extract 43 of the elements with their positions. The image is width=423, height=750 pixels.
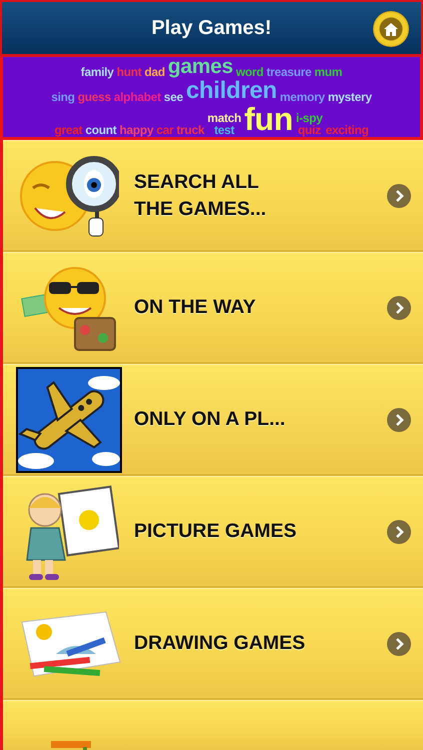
chevron-button[interactable]: [387, 632, 411, 656]
menu-item-label[interactable]: PICTURE GAMES: [134, 518, 297, 545]
cloud-word: quiz: [298, 124, 321, 137]
chevron-button[interactable]: [387, 184, 411, 208]
cloud-word: memory: [280, 90, 325, 104]
cloud-word: word: [236, 66, 264, 78]
cloud-word: mystery: [328, 90, 372, 104]
cloud-word: happy: [120, 124, 154, 137]
menu-item-label[interactable]: SEARCH ALL THE GAMES...: [134, 168, 266, 222]
cloud-word: guess: [78, 90, 111, 104]
cloud-word: match: [207, 112, 242, 124]
cloud-word: dad: [144, 66, 165, 78]
chevron-right-icon: [394, 414, 404, 426]
cloud-word: test: [214, 124, 234, 137]
cloud-word: fun: [244, 103, 294, 137]
home-icon: [384, 22, 398, 36]
chevron-button[interactable]: [387, 296, 411, 320]
cloud-word: sing: [51, 90, 75, 104]
cloud-word: treasure: [266, 66, 312, 78]
chevron-button[interactable]: [387, 520, 411, 544]
cloud-word: hunt: [116, 66, 142, 78]
menu-item-label[interactable]: DRAWING GAMES: [134, 630, 306, 657]
cloud-word: count: [85, 124, 116, 137]
cloud-word: exciting: [326, 124, 369, 137]
home-button[interactable]: [373, 11, 409, 47]
menu-item-label[interactable]: ONLY ON A PL...: [134, 406, 286, 433]
cloud-word: truck: [176, 124, 204, 137]
cloud-word: children: [186, 78, 277, 104]
cloud-word: alphabet: [114, 90, 161, 104]
cloud-word: i-spy: [296, 112, 323, 124]
chevron-right-icon: [394, 190, 404, 202]
cloud-word: games: [168, 56, 233, 78]
cloud-word: family: [80, 66, 114, 78]
cloud-word: see: [164, 90, 183, 104]
cloud-word: car: [156, 124, 174, 137]
chevron-right-icon: [394, 638, 404, 650]
menu-item-label[interactable]: ON THE WAY: [134, 294, 256, 321]
cloud-word: mum: [314, 66, 342, 78]
cloud-word: great: [54, 124, 82, 137]
chevron-right-icon: [394, 302, 404, 314]
chevron-right-icon: [394, 526, 404, 538]
chevron-button[interactable]: [387, 408, 411, 432]
window-title: Play Games!: [151, 16, 272, 40]
